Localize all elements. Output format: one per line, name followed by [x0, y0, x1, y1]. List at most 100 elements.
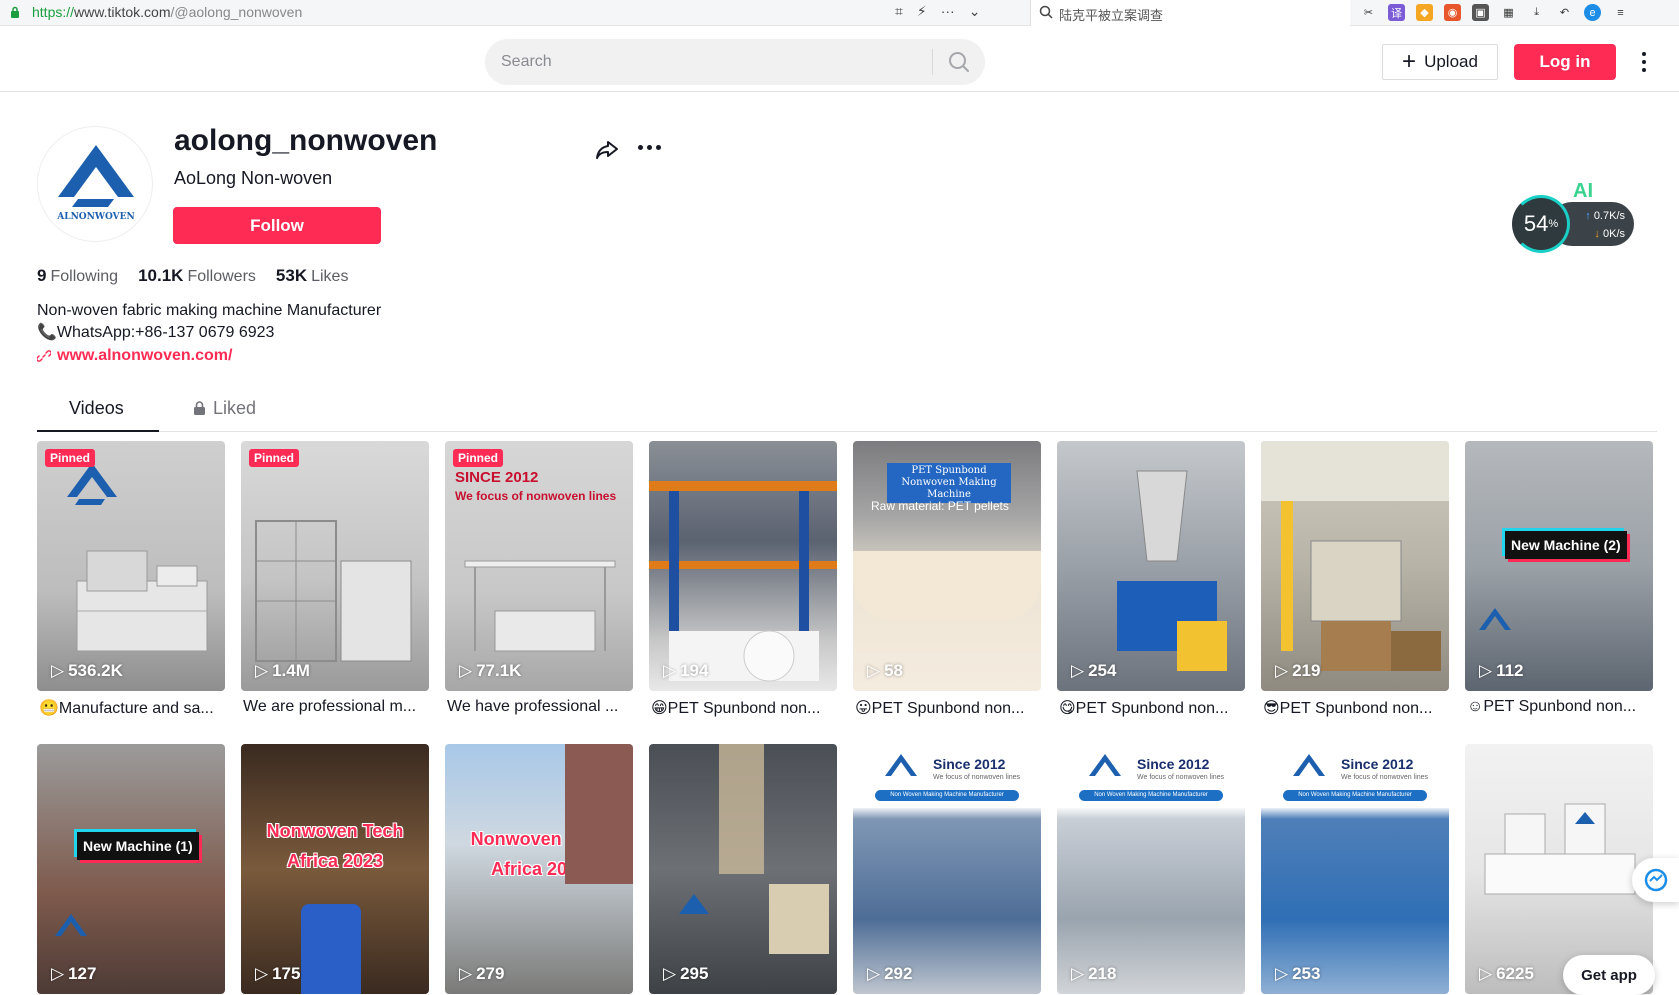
video-thumbnail[interactable]: Pinned ▷ 1.4M: [241, 441, 429, 691]
network-speed-widget[interactable]: AI ↑ 0.7K/s ↓ 0K/s 54%: [1512, 180, 1637, 255]
machine-illustration: [1484, 803, 1636, 895]
factory-photo: [649, 481, 837, 682]
menu-icon[interactable]: ≡: [1612, 4, 1629, 21]
view-count: ▷ 292: [867, 964, 912, 984]
get-app-button[interactable]: Get app: [1563, 955, 1655, 995]
browser-actions: ⌗ ⚡ ··· ⌄: [895, 3, 980, 20]
video-caption[interactable]: 😎PET Spunbond non...: [1263, 698, 1451, 718]
view-count: ▷ 6225: [1479, 964, 1534, 984]
address-bar[interactable]: https://www.tiktok.com/@aolong_nonwoven: [32, 4, 302, 20]
video-caption[interactable]: 😛PET Spunbond non...: [855, 698, 1043, 718]
view-count: ▷ 279: [459, 964, 504, 984]
followers-stat[interactable]: 10.1K Followers: [138, 266, 256, 286]
link-icon: [37, 350, 51, 362]
extension-purple-icon[interactable]: 译: [1388, 4, 1405, 21]
view-count-value: 175: [272, 964, 301, 983]
more-menu-icon[interactable]: [1638, 48, 1650, 76]
fabric-roll: [853, 551, 1041, 621]
floating-assistant-button[interactable]: [1632, 858, 1679, 902]
gamepad-icon[interactable]: ◉: [1444, 4, 1461, 21]
play-icon: ▷: [51, 661, 65, 680]
svg-text:ALNONWOVEN: ALNONWOVEN: [56, 212, 134, 222]
undo-icon[interactable]: ↶: [1556, 4, 1573, 21]
video-thumbnail[interactable]: ▷ 254: [1057, 441, 1245, 691]
browser-search-field[interactable]: 陆克平被立案调查: [1030, 0, 1350, 26]
search-bar[interactable]: [485, 39, 985, 85]
profile-bio: Non-woven fabric making machine Manufact…: [37, 300, 381, 344]
tab-liked[interactable]: Liked: [193, 398, 256, 419]
machine-illustration: [255, 520, 412, 662]
apps-grid-icon[interactable]: ▦: [1500, 4, 1517, 21]
login-button[interactable]: Log in: [1514, 44, 1616, 80]
view-count-value: 295: [680, 964, 709, 983]
video-caption[interactable]: 😋PET Spunbond non...: [1059, 698, 1247, 718]
follow-button[interactable]: Follow: [173, 207, 381, 244]
brand-logo-icon: ALNONWOVEN: [56, 145, 135, 222]
extension-shield-icon[interactable]: ◆: [1416, 4, 1433, 21]
video-thumbnail[interactable]: PET Spunbond Nonwoven Making Machine Raw…: [853, 441, 1041, 691]
brand-logo-icon: [885, 754, 917, 776]
view-count-value: 536.2K: [68, 661, 123, 680]
video-thumbnail[interactable]: SINCE 2012 We focus of nonwoven lines Pi…: [445, 441, 633, 691]
widget-down-value: 0K/s: [1602, 228, 1625, 240]
video-thumbnail[interactable]: Nonwoven Tech Africa 2023 ▷ 279: [445, 744, 633, 994]
more-dots-icon[interactable]: ···: [941, 3, 955, 20]
profile-more-icon[interactable]: [638, 145, 662, 151]
following-stat[interactable]: 9 Following: [37, 266, 118, 286]
video-thumbnail[interactable]: Pinned ▷ 536.2K: [37, 441, 225, 691]
widget-upload-speed: ↑ 0.7K/s: [1585, 210, 1625, 222]
tab-videos[interactable]: Videos: [69, 398, 124, 419]
warehouse-photo: [1261, 441, 1449, 671]
machine-illustration: [464, 560, 616, 652]
chevron-down-icon[interactable]: ⌄: [969, 3, 981, 20]
search-input[interactable]: [501, 50, 921, 74]
video-thumbnail[interactable]: Since 2012 We focus of nonwoven lines No…: [1261, 744, 1449, 994]
profile-stats: 9 Following 10.1K Followers 53K Likes: [37, 266, 348, 286]
video-thumbnail[interactable]: Since 2012 We focus of nonwoven lines No…: [853, 744, 1041, 994]
browser-logo-icon[interactable]: e: [1584, 4, 1601, 21]
likes-stat: 53K Likes: [276, 266, 349, 286]
play-icon: ▷: [663, 661, 677, 680]
search-button[interactable]: [933, 39, 985, 85]
video-thumbnail[interactable]: New Machine (2) ▷ 112: [1465, 441, 1653, 691]
video-caption[interactable]: 😁PET Spunbond non...: [651, 698, 839, 718]
video-thumbnail[interactable]: Since 2012 We focus of nonwoven lines No…: [1057, 744, 1245, 994]
view-count-value: 219: [1292, 661, 1321, 680]
scissors-icon[interactable]: ✂: [1360, 4, 1377, 21]
video-thumbnail[interactable]: ▷ 194: [649, 441, 837, 691]
profile-link[interactable]: www.alnonwoven.com/: [37, 347, 232, 365]
translate-icon[interactable]: ⌗: [895, 3, 903, 20]
widget-percent: 54: [1523, 211, 1549, 236]
video-caption[interactable]: We are professional m...: [243, 698, 431, 716]
url-path: /@aolong_nonwoven: [170, 4, 303, 20]
followers-label: Followers: [187, 268, 256, 285]
since-title: Since 2012: [933, 756, 1006, 772]
play-icon: ▷: [255, 964, 269, 983]
lightning-icon[interactable]: ⚡: [917, 3, 927, 20]
pinned-badge: Pinned: [249, 449, 300, 467]
video-caption[interactable]: 😬Manufacture and sa...: [39, 698, 227, 718]
view-count-value: 194: [680, 661, 709, 680]
view-count-value: 279: [476, 964, 505, 983]
video-thumbnail[interactable]: Nonwoven Tech Africa 2023 ▷ 175: [241, 744, 429, 994]
upload-button[interactable]: + Upload: [1382, 44, 1498, 80]
pinned-badge: Pinned: [45, 449, 96, 467]
video-thumbnail[interactable]: New Machine (1) ▷ 127: [37, 744, 225, 994]
video-thumbnail[interactable]: ▷ 295: [649, 744, 837, 994]
share-icon[interactable]: [593, 136, 621, 164]
video-overlay-title: Nonwoven Tech Africa 2023: [266, 821, 404, 871]
video-caption[interactable]: ☺PET Spunbond non...: [1467, 698, 1655, 716]
video-caption[interactable]: We have professional ...: [447, 698, 635, 716]
followers-count: 10.1K: [138, 266, 184, 285]
video-thumbnail[interactable]: ▷ 219: [1261, 441, 1449, 691]
view-count: ▷ 536.2K: [51, 661, 123, 681]
avatar: ALNONWOVEN: [37, 126, 153, 242]
download-icon[interactable]: ⤓: [1528, 4, 1545, 21]
profile-username: aolong_nonwoven: [174, 124, 438, 157]
since-banner: Since 2012 We focus of nonwoven lines No…: [853, 744, 1041, 808]
view-count: ▷ 218: [1071, 964, 1116, 984]
window-icon[interactable]: ▣: [1472, 4, 1489, 21]
search-icon: [949, 52, 969, 72]
machine-illustration: [76, 550, 208, 652]
view-count-value: 292: [884, 964, 913, 983]
